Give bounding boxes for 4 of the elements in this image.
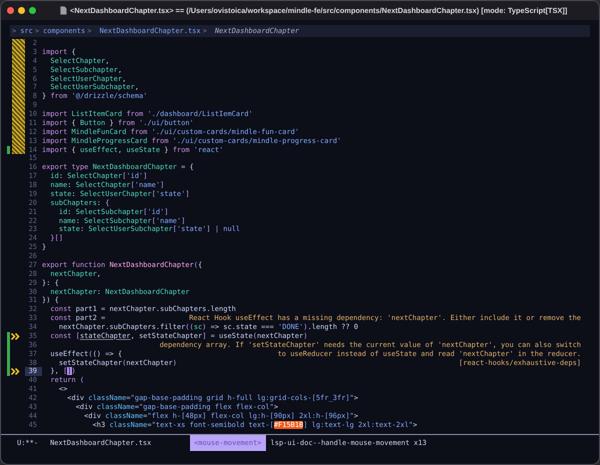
close-button[interactable]: [7, 7, 14, 14]
zoom-button[interactable]: [29, 7, 36, 14]
minimize-button[interactable]: [18, 7, 25, 14]
document-icon: [60, 6, 67, 15]
